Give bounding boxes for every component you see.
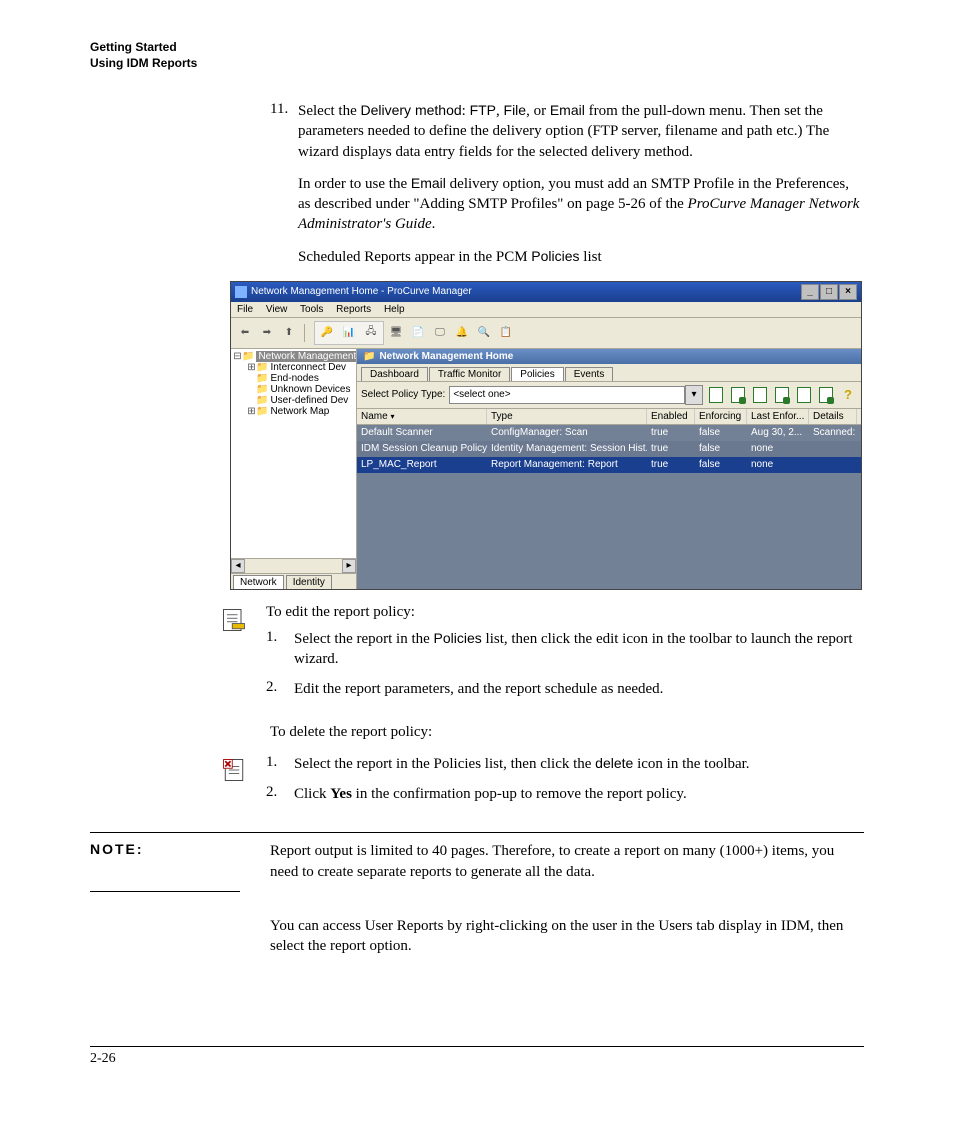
menu-bar: File View Tools Reports Help [231,302,861,318]
subtab-dashboard[interactable]: Dashboard [361,367,428,381]
alert-icon[interactable]: 🔔 [452,323,472,343]
subtab-traffic[interactable]: Traffic Monitor [429,367,510,381]
tree-item-interconnect[interactable]: Interconnect Dev [270,362,346,373]
maximize-button[interactable]: □ [820,284,838,300]
col-name[interactable]: Name ▾ [357,409,487,424]
menu-tools[interactable]: Tools [300,304,323,315]
scheduled-para: Scheduled Reports appear in the PCM Poli… [298,247,864,267]
tab-network[interactable]: Network [233,575,284,589]
close-button[interactable]: × [839,284,857,300]
step-number: 11. [270,101,298,118]
table-row[interactable]: Default Scanner ConfigManager: Scan true… [357,425,861,441]
key-icon[interactable]: 🔑 [317,323,337,343]
trap-icon[interactable]: 🖥 [386,323,406,343]
edit-lead: To edit the report policy: [266,604,864,621]
running-header-line2: Using IDM Reports [90,56,864,72]
col-last[interactable]: Last Enfor... [747,409,809,424]
back-icon[interactable]: ⬅ [235,323,255,343]
new-policy-icon[interactable] [707,386,725,404]
table-row-selected[interactable]: LP_MAC_Report Report Management: Report … [357,457,861,473]
chart-icon[interactable]: 📊 [339,323,359,343]
monitor-icon[interactable]: 🖵 [430,323,450,343]
delete-step-2: Click Yes in the confirmation pop-up to … [294,784,687,804]
app-window: Network Management Home - ProCurve Manag… [230,281,862,590]
note-body: Report output is limited to 40 pages. Th… [270,841,864,882]
tree-item-endnodes[interactable]: End-nodes [270,373,318,384]
closing-para: You can access User Reports by right-cli… [270,916,864,957]
filter-label: Select Policy Type: [361,389,445,400]
step-number: 2. [266,679,294,699]
search-icon[interactable]: 🔍 [474,323,494,343]
topology-icon[interactable]: 🖧 [361,323,381,343]
add-policy-icon[interactable] [773,386,791,404]
folder-icon: 📁 [363,351,375,362]
dropdown-icon[interactable]: ▾ [685,385,703,405]
menu-help[interactable]: Help [384,304,405,315]
scroll-right-icon[interactable]: ▸ [342,559,356,573]
table-row[interactable]: IDM Session Cleanup Policy Identity Mana… [357,441,861,457]
tree-item-unknown[interactable]: Unknown Devices [270,384,350,395]
edit-margin-icon [220,606,252,639]
note-label: NOTE: [90,841,270,882]
edit-step-2: Edit the report parameters, and the repo… [294,679,663,699]
title-bar: Network Management Home - ProCurve Manag… [231,282,861,302]
list-icon[interactable]: 📋 [496,323,516,343]
step-number: 1. [266,754,294,774]
tab-identity[interactable]: Identity [286,575,332,589]
navigation-tree: ⊟📁Network Management ⊞📁Interconnect Dev … [231,349,357,589]
forward-icon[interactable]: ➡ [257,323,277,343]
tree-item-userdef[interactable]: User-defined Dev [270,395,348,406]
minimize-button[interactable]: _ [801,284,819,300]
col-enforcing[interactable]: Enforcing [695,409,747,424]
col-details[interactable]: Details [809,409,857,424]
delete-policy-icon[interactable] [795,386,813,404]
delete-lead: To delete the report policy: [270,722,864,742]
tree-item-netmap[interactable]: Network Map [270,406,329,417]
subtab-events[interactable]: Events [565,367,614,381]
grid-header: Name ▾ Type Enabled Enforcing Last Enfor… [357,409,861,425]
subtab-policies[interactable]: Policies [511,367,563,381]
step-number: 2. [266,784,294,804]
menu-view[interactable]: View [266,304,288,315]
tree-policy-icon[interactable] [817,386,835,404]
tree-root[interactable]: Network Management [256,351,356,362]
delete-step-1: Select the report in the Policies list, … [294,754,750,774]
footer-rule [90,1046,864,1047]
step-11-text: Select the Delivery method: FTP, File, o… [298,101,864,162]
policy-type-select[interactable] [449,386,685,404]
menu-reports[interactable]: Reports [336,304,371,315]
col-type[interactable]: Type [487,409,647,424]
panel-title: Network Management Home [379,351,513,362]
page-number: 2-26 [90,1051,864,1067]
running-header: Getting Started Using IDM Reports [90,40,864,71]
note-top-rule [90,832,864,833]
step-number: 1. [266,629,294,670]
policy-grid: Default Scanner ConfigManager: Scan true… [357,425,861,589]
edit-policy-icon[interactable] [729,386,747,404]
email-note-para: In order to use the Email delivery optio… [298,174,864,235]
edit-step-1: Select the report in the Policies list, … [294,629,864,670]
col-enabled[interactable]: Enabled [647,409,695,424]
menu-file[interactable]: File [237,304,253,315]
help-icon[interactable]: ? [839,386,857,404]
main-panel: 📁 Network Management Home Dashboard Traf… [357,349,861,589]
app-icon [235,286,247,298]
delete-margin-icon [220,756,252,789]
copy-policy-icon[interactable] [751,386,769,404]
tree-scrollbar[interactable]: ◂ ▸ [231,558,356,573]
document-icon[interactable]: 📄 [408,323,428,343]
window-title: Network Management Home - ProCurve Manag… [251,286,472,297]
scroll-left-icon[interactable]: ◂ [231,559,245,573]
up-icon[interactable]: ⬆ [279,323,299,343]
main-toolbar: ⬅ ➡ ⬆ 🔑 📊 🖧 🖥 📄 🖵 🔔 🔍 📋 [231,318,861,349]
running-header-line1: Getting Started [90,40,864,56]
